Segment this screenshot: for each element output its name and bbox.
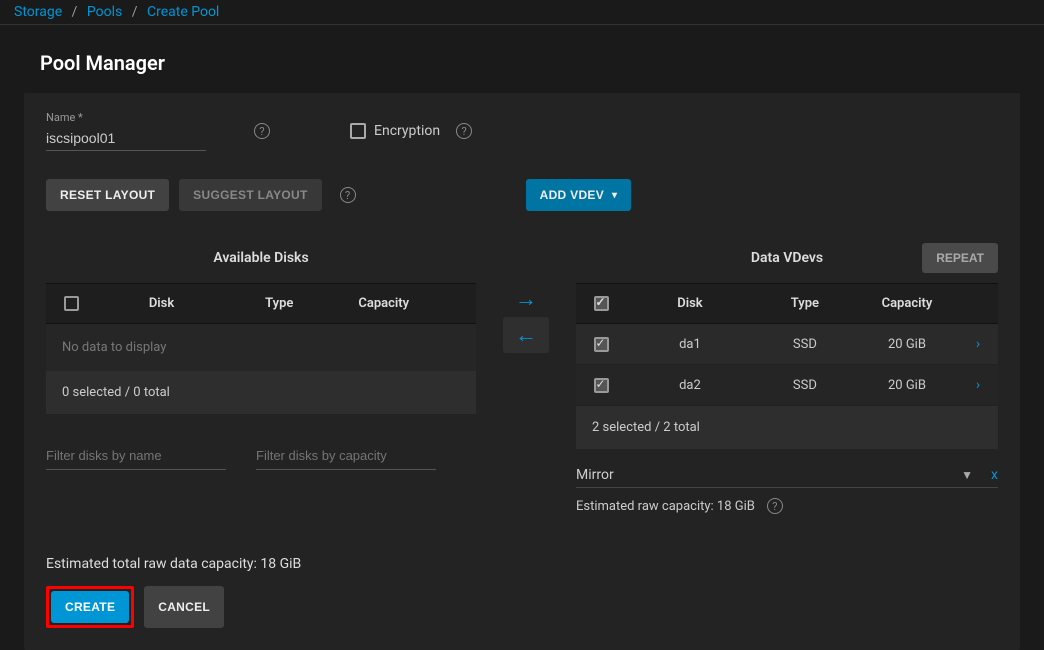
data-vdevs-title: Data VDevs (751, 250, 823, 266)
arrow-left-icon: ← (515, 322, 537, 348)
help-icon[interactable]: ? (456, 123, 472, 139)
reset-layout-button[interactable]: RESET LAYOUT (46, 179, 169, 211)
vdev-layout-select[interactable]: Mirror (576, 467, 614, 483)
expand-row-icon[interactable]: › (976, 336, 980, 352)
col-disk[interactable]: Disk (96, 284, 227, 323)
remove-vdev-button[interactable]: x (991, 467, 998, 483)
caret-down-icon[interactable]: ▼ (961, 468, 973, 482)
filter-name-input[interactable] (46, 442, 226, 470)
select-all-checkbox[interactable] (64, 296, 79, 311)
col-capacity[interactable]: Capacity (856, 284, 958, 323)
caret-down-icon: ▾ (612, 190, 617, 201)
col-type[interactable]: Type (227, 284, 331, 323)
col-type[interactable]: Type (754, 284, 856, 323)
cell-disk: da1 (626, 325, 754, 364)
cancel-button[interactable]: CANCEL (144, 586, 224, 628)
filter-capacity-input[interactable] (256, 442, 436, 470)
name-label: Name * (46, 111, 206, 124)
row-checkbox[interactable] (594, 378, 609, 393)
encryption-label: Encryption (374, 123, 440, 139)
add-vdev-button[interactable]: ADD VDEV ▾ (526, 179, 632, 211)
create-highlight: CREATE (46, 586, 134, 628)
move-right-button[interactable]: → (503, 281, 549, 317)
breadcrumb-pools[interactable]: Pools (87, 4, 122, 20)
cell-type: SSD (754, 366, 856, 405)
arrow-right-icon: → (515, 286, 537, 312)
encryption-checkbox[interactable] (350, 123, 366, 139)
help-icon[interactable]: ? (340, 187, 356, 203)
breadcrumb-storage[interactable]: Storage (14, 4, 62, 20)
available-disks-title: Available Disks (213, 250, 308, 266)
cell-capacity: 20 GiB (856, 366, 958, 405)
cell-type: SSD (754, 325, 856, 364)
select-all-vdev-checkbox[interactable] (594, 296, 609, 311)
cell-capacity: 20 GiB (856, 325, 958, 364)
breadcrumb-create-pool[interactable]: Create Pool (147, 4, 219, 20)
cell-disk: da2 (626, 366, 754, 405)
available-selection: 0 selected / 0 total (46, 371, 476, 414)
suggest-layout-button[interactable]: SUGGEST LAYOUT (179, 179, 321, 211)
row-checkbox[interactable] (594, 337, 609, 352)
help-icon[interactable]: ? (767, 498, 783, 514)
breadcrumb-sep: / (72, 4, 78, 20)
expand-row-icon[interactable]: › (976, 377, 980, 393)
empty-message: No data to display (46, 324, 476, 371)
pool-manager-panel: Name * ? Encryption ? RESET LAYOUT SUGGE… (24, 93, 1020, 650)
vdevs-table: Disk Type Capacity da1 SSD 20 GiB › da2 … (576, 283, 998, 449)
total-capacity: Estimated total raw data capacity: 18 Gi… (46, 556, 998, 572)
repeat-button[interactable]: REPEAT (922, 243, 998, 273)
breadcrumb-sep: / (132, 4, 138, 20)
page-title: Pool Manager (0, 25, 1044, 93)
move-left-button[interactable]: ← (503, 317, 549, 353)
available-disks-table: Disk Type Capacity No data to display 0 … (46, 283, 476, 414)
help-icon[interactable]: ? (254, 123, 270, 139)
create-button[interactable]: CREATE (51, 591, 129, 623)
col-disk[interactable]: Disk (626, 284, 754, 323)
col-capacity[interactable]: Capacity (332, 284, 436, 323)
breadcrumb: Storage / Pools / Create Pool (0, 0, 1044, 25)
name-input[interactable] (46, 126, 206, 151)
estimated-capacity: Estimated raw capacity: 18 GiB (576, 499, 755, 514)
vdev-selection: 2 selected / 2 total (576, 406, 998, 449)
